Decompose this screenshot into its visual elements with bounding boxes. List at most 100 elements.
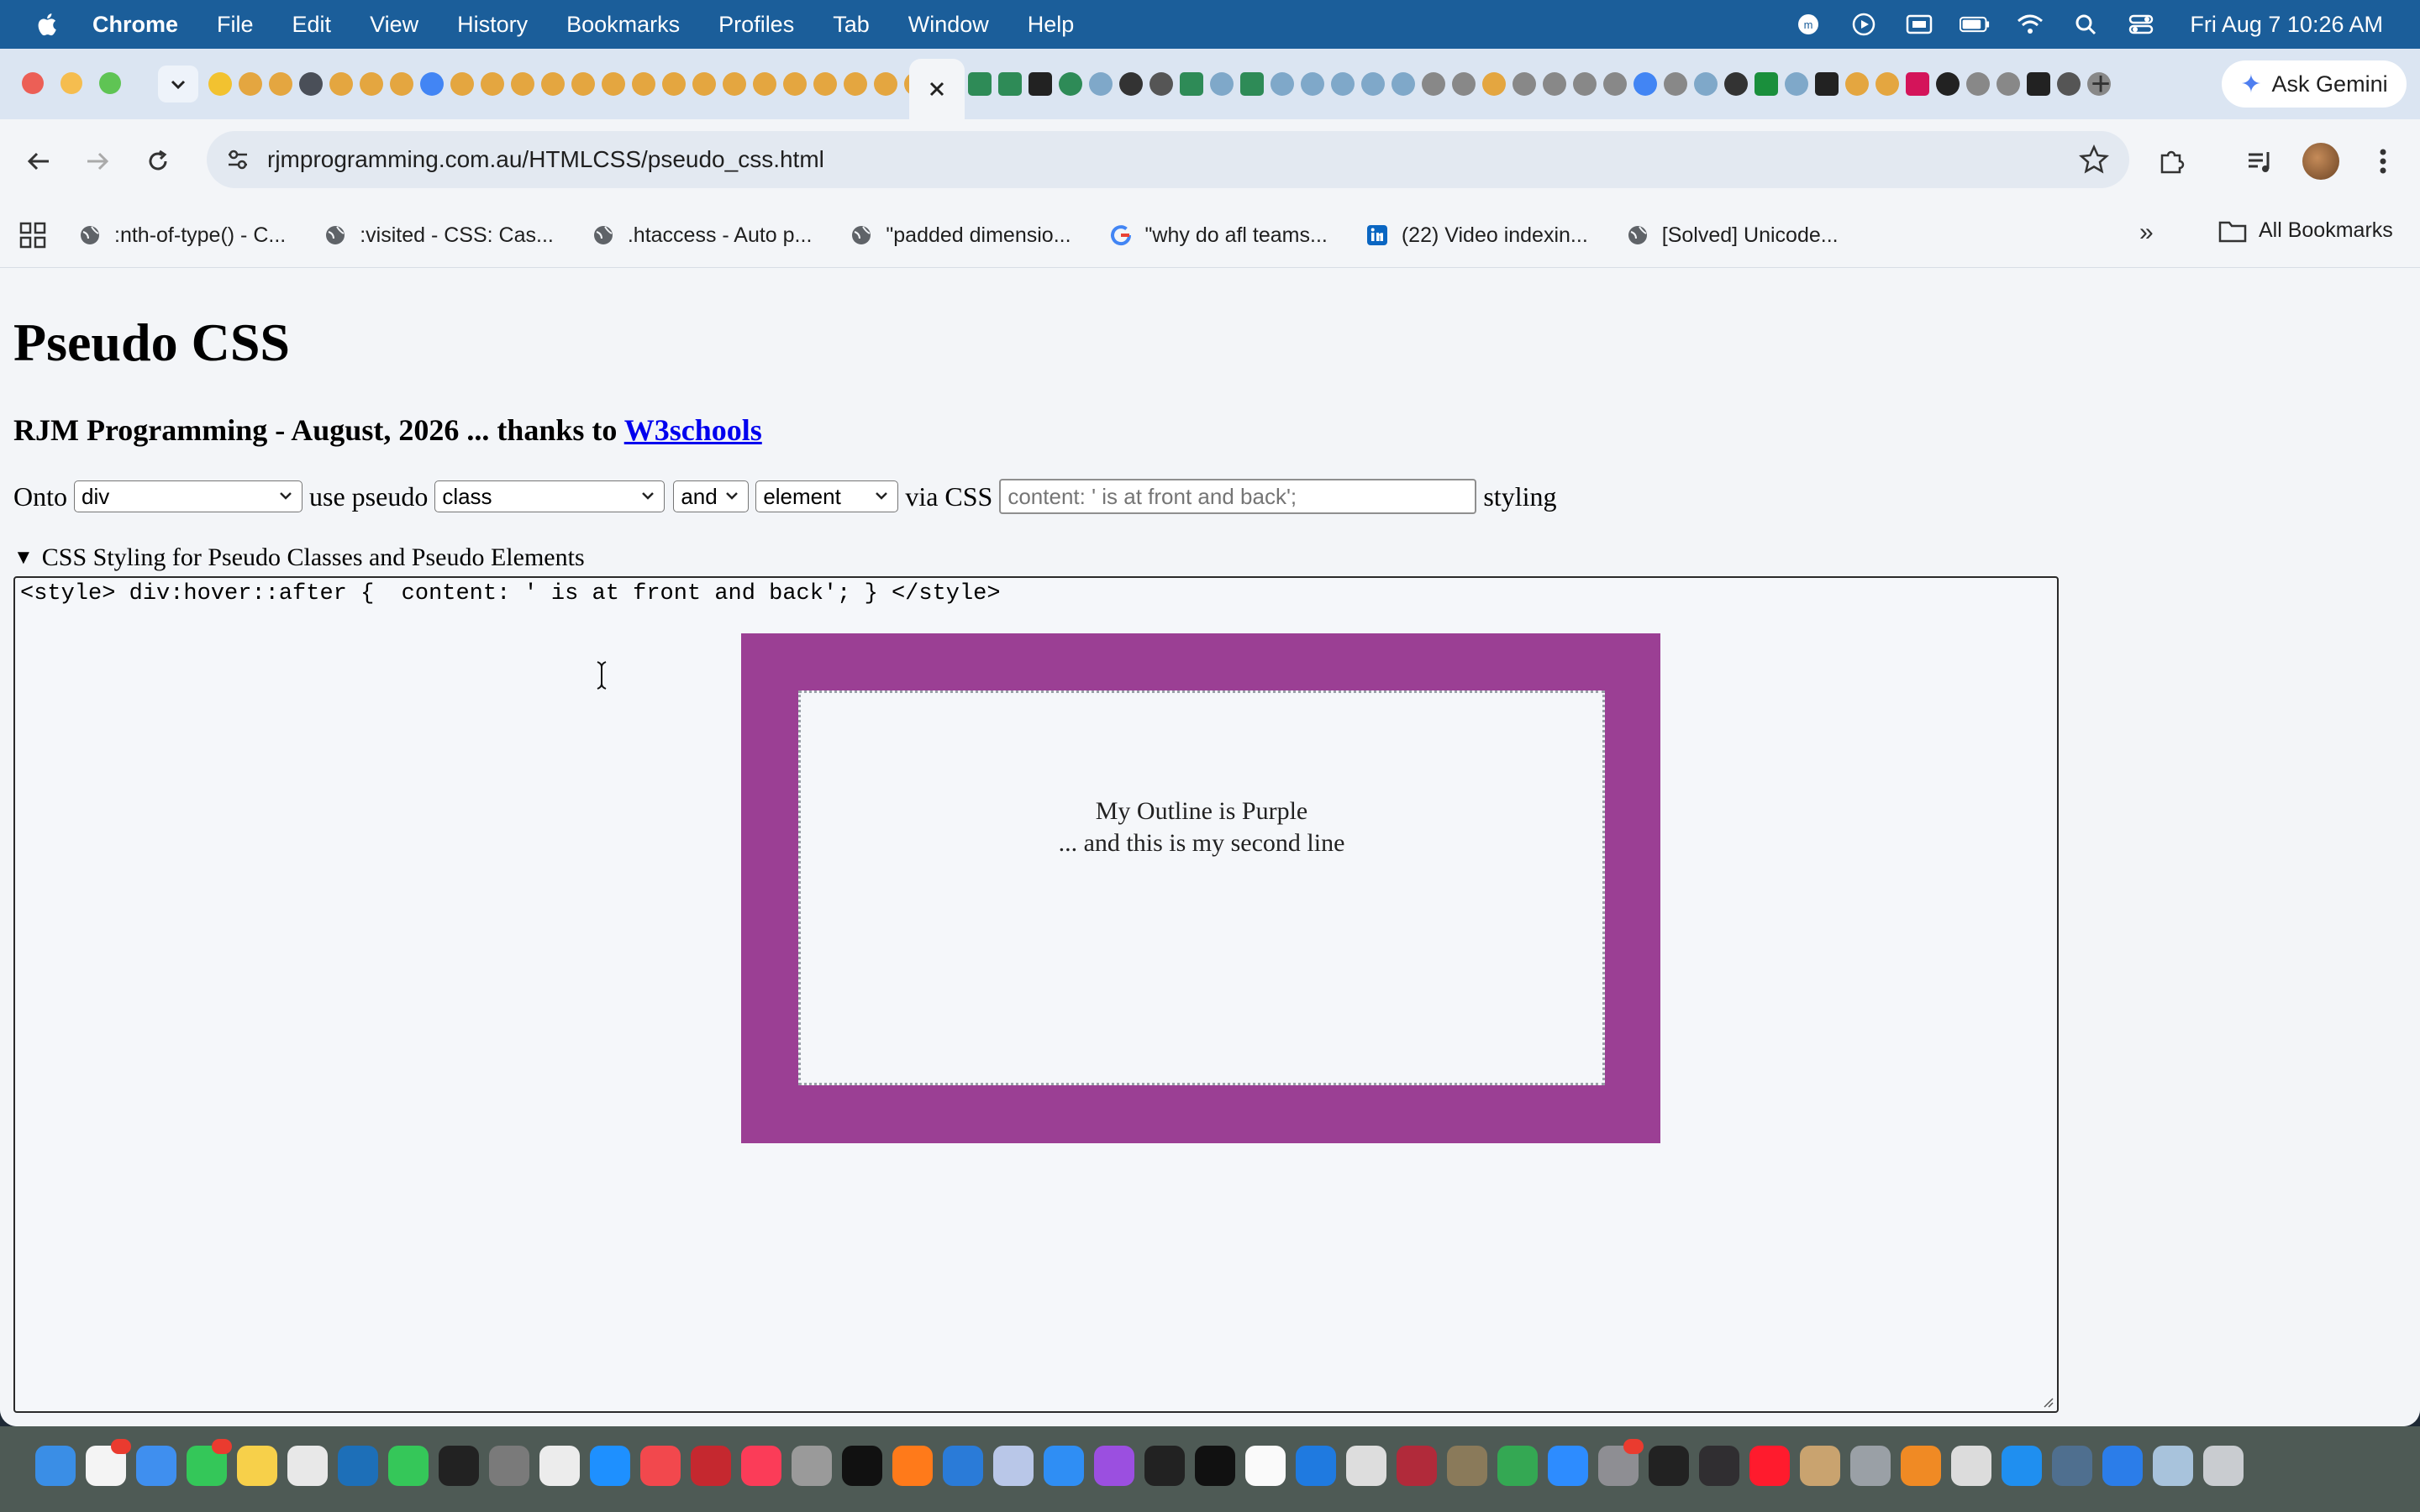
tab-favicon[interactable] bbox=[1603, 72, 1627, 96]
apple-icon[interactable] bbox=[34, 10, 62, 39]
tab-favicon[interactable] bbox=[783, 72, 807, 96]
finder-app-icon[interactable] bbox=[35, 1446, 76, 1486]
tab-favicon[interactable] bbox=[208, 72, 232, 96]
back-button[interactable] bbox=[22, 144, 55, 178]
firefox-app-icon[interactable] bbox=[892, 1446, 933, 1486]
music-app-icon[interactable] bbox=[741, 1446, 781, 1486]
tab-favicon[interactable] bbox=[1996, 72, 2020, 96]
menu-file[interactable]: File bbox=[217, 12, 254, 38]
tab-favicon[interactable] bbox=[632, 72, 655, 96]
tab-favicon[interactable] bbox=[1119, 72, 1143, 96]
apps-grid-icon[interactable] bbox=[18, 221, 47, 249]
tab-favicon[interactable] bbox=[1634, 72, 1657, 96]
downloads-folder-icon[interactable] bbox=[2153, 1446, 2193, 1486]
calendar-app-icon[interactable] bbox=[1245, 1446, 1286, 1486]
tab-favicon[interactable] bbox=[1754, 72, 1778, 96]
safari-app-icon[interactable] bbox=[1044, 1446, 1084, 1486]
podcasts-app-icon[interactable] bbox=[1094, 1446, 1134, 1486]
tab-favicon[interactable] bbox=[1482, 72, 1506, 96]
active-tab[interactable] bbox=[909, 59, 965, 119]
terminal-app-icon[interactable] bbox=[439, 1446, 479, 1486]
w3schools-link[interactable]: W3schools bbox=[624, 413, 762, 447]
tab-favicon[interactable] bbox=[2027, 72, 2050, 96]
site-info-icon[interactable] bbox=[224, 145, 252, 174]
tab-favicon[interactable] bbox=[450, 72, 474, 96]
elephant-app-icon[interactable] bbox=[1850, 1446, 1891, 1486]
tab-favicon[interactable] bbox=[1936, 72, 1960, 96]
menu-profiles[interactable]: Profiles bbox=[718, 12, 794, 38]
inkscape-app-icon[interactable] bbox=[1649, 1446, 1689, 1486]
menu-tab[interactable]: Tab bbox=[833, 12, 870, 38]
resize-grip-icon[interactable] bbox=[2040, 1394, 2054, 1408]
display-icon[interactable] bbox=[1904, 12, 1934, 37]
pinwheel-app-icon[interactable] bbox=[1901, 1446, 1941, 1486]
menu-view[interactable]: View bbox=[370, 12, 418, 38]
battery-icon[interactable] bbox=[1960, 12, 1990, 37]
tab-favicon[interactable] bbox=[874, 72, 897, 96]
spotlight-search-icon[interactable] bbox=[2070, 12, 2101, 37]
freeform-app-icon[interactable] bbox=[338, 1446, 378, 1486]
documents-app-icon[interactable] bbox=[1346, 1446, 1386, 1486]
bookmark-item[interactable]: :nth-of-type() - C... bbox=[77, 223, 286, 248]
app-store-app-icon-2[interactable] bbox=[2002, 1446, 2042, 1486]
bookmark-item[interactable]: "why do afl teams... bbox=[1108, 223, 1328, 248]
tab-favicon[interactable] bbox=[239, 72, 262, 96]
tab-favicon[interactable] bbox=[1392, 72, 1415, 96]
reminders-app-icon[interactable] bbox=[86, 1439, 131, 1486]
preview-app-icon[interactable] bbox=[792, 1446, 832, 1486]
more-bookmarks-chevron-icon[interactable]: » bbox=[2139, 218, 2154, 247]
xcode-app-icon[interactable] bbox=[943, 1446, 983, 1486]
tab-favicon[interactable] bbox=[844, 72, 867, 96]
outlined-demo-div[interactable]: My Outline is Purple ... and this is my … bbox=[798, 690, 1605, 1085]
tab-favicon[interactable] bbox=[481, 72, 504, 96]
tab-favicon[interactable] bbox=[541, 72, 565, 96]
address-bar[interactable]: rjmprogramming.com.au/HTMLCSS/pseudo_css… bbox=[207, 131, 2129, 188]
tab-favicon[interactable] bbox=[813, 72, 837, 96]
wifi-icon[interactable] bbox=[2015, 12, 2045, 37]
chrome-menu-button[interactable] bbox=[2366, 144, 2400, 178]
bookmark-item[interactable]: "padded dimensio... bbox=[849, 223, 1071, 248]
photobooth-app-icon[interactable] bbox=[1397, 1446, 1437, 1486]
tab-favicon[interactable] bbox=[1512, 72, 1536, 96]
blocked-app-icon[interactable] bbox=[1951, 1446, 1991, 1486]
zoom-window-button[interactable] bbox=[99, 72, 121, 94]
pseudo-element-select[interactable]: element bbox=[755, 480, 899, 512]
close-window-button[interactable] bbox=[22, 72, 44, 94]
tab-favicon[interactable] bbox=[1845, 72, 1869, 96]
system-settings-app-icon[interactable] bbox=[1598, 1439, 1644, 1486]
textedit-app-icon[interactable] bbox=[539, 1446, 580, 1486]
tab-favicon[interactable] bbox=[1815, 72, 1839, 96]
app-store-app-icon[interactable] bbox=[590, 1446, 630, 1486]
control-center-icon[interactable] bbox=[2126, 12, 2156, 37]
tab-favicon[interactable] bbox=[662, 72, 686, 96]
conjunction-select[interactable]: and bbox=[673, 480, 750, 512]
tab-favicon[interactable] bbox=[753, 72, 776, 96]
extensions-button[interactable] bbox=[2154, 144, 2188, 178]
menu-help[interactable]: Help bbox=[1028, 12, 1075, 38]
tab-favicon[interactable] bbox=[1089, 72, 1113, 96]
tab-favicon[interactable] bbox=[692, 72, 716, 96]
tab-favicon[interactable] bbox=[2057, 72, 2081, 96]
tab-favicon[interactable] bbox=[1180, 72, 1203, 96]
disk-utility-app-icon[interactable] bbox=[2052, 1446, 2092, 1486]
messages-app-icon[interactable] bbox=[187, 1439, 232, 1486]
notes-app-icon[interactable] bbox=[237, 1446, 277, 1486]
menubar-clock[interactable]: Fri Aug 7 10:26 AM bbox=[2190, 12, 2383, 38]
tab-favicon[interactable] bbox=[1028, 72, 1052, 96]
news-app-icon[interactable] bbox=[640, 1446, 681, 1486]
messenger-status-icon[interactable]: m bbox=[1793, 12, 1823, 37]
details-summary[interactable]: ▼ CSS Styling for Pseudo Classes and Pse… bbox=[13, 543, 585, 572]
tab-favicon[interactable] bbox=[299, 72, 323, 96]
launchpad-app-icon[interactable] bbox=[287, 1446, 328, 1486]
tv-app-icon[interactable] bbox=[842, 1446, 882, 1486]
tab-favicon[interactable] bbox=[1210, 72, 1234, 96]
opera-app-icon[interactable] bbox=[1749, 1446, 1790, 1486]
media-controls-button[interactable] bbox=[2244, 144, 2277, 178]
all-bookmarks-button[interactable]: All Bookmarks bbox=[2218, 218, 2393, 243]
tab-favicon[interactable] bbox=[1240, 72, 1264, 96]
tab-favicon[interactable] bbox=[1664, 72, 1687, 96]
url-text[interactable]: rjmprogramming.com.au/HTMLCSS/pseudo_css… bbox=[267, 146, 824, 173]
tab-favicon[interactable] bbox=[360, 72, 383, 96]
css-styling-input[interactable]: content: ' is at front and back'; bbox=[999, 479, 1477, 514]
calculator-app-icon[interactable] bbox=[489, 1446, 529, 1486]
